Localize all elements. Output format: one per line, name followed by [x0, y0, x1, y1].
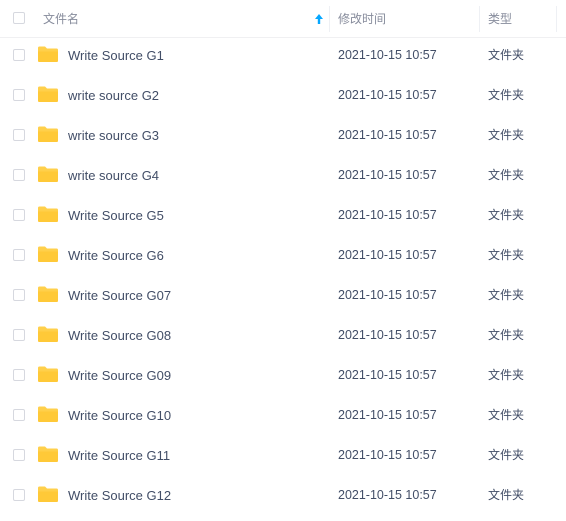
file-type: 文件夹: [488, 408, 525, 422]
file-name[interactable]: Write Source G11: [68, 448, 170, 463]
file-type: 文件夹: [488, 88, 525, 102]
column-divider[interactable]: [329, 6, 330, 32]
file-row[interactable]: Write Source G6 2021-10-15 10:57 文件夹: [0, 235, 566, 275]
file-type: 文件夹: [488, 328, 525, 342]
file-name[interactable]: Write Source G5: [68, 208, 164, 223]
file-row[interactable]: write source G4 2021-10-15 10:57 文件夹: [0, 155, 566, 195]
row-checkbox[interactable]: [13, 409, 25, 421]
file-row[interactable]: Write Source G08 2021-10-15 10:57 文件夹: [0, 315, 566, 355]
file-modified-time: 2021-10-15 10:57: [338, 168, 437, 182]
file-name[interactable]: write source G4: [68, 168, 159, 183]
file-modified-time: 2021-10-15 10:57: [338, 128, 437, 142]
file-type: 文件夹: [488, 48, 525, 62]
file-modified-time: 2021-10-15 10:57: [338, 248, 437, 262]
folder-icon: [38, 206, 58, 222]
file-row[interactable]: Write Source G07 2021-10-15 10:57 文件夹: [0, 275, 566, 315]
file-type: 文件夹: [488, 368, 525, 382]
file-modified-time: 2021-10-15 10:57: [338, 368, 437, 382]
column-header-name[interactable]: 文件名: [43, 12, 79, 26]
file-row[interactable]: Write Source G09 2021-10-15 10:57 文件夹: [0, 355, 566, 395]
file-row[interactable]: Write Source G10 2021-10-15 10:57 文件夹: [0, 395, 566, 435]
file-name[interactable]: write source G3: [68, 128, 159, 143]
file-type: 文件夹: [488, 168, 525, 182]
row-checkbox[interactable]: [13, 369, 25, 381]
file-name[interactable]: write source G2: [68, 88, 159, 103]
row-checkbox[interactable]: [13, 249, 25, 261]
file-row[interactable]: Write Source G11 2021-10-15 10:57 文件夹: [0, 435, 566, 475]
row-checkbox[interactable]: [13, 49, 25, 61]
folder-icon: [38, 326, 58, 342]
file-row[interactable]: write source G3 2021-10-15 10:57 文件夹: [0, 115, 566, 155]
column-divider[interactable]: [556, 6, 557, 32]
row-checkbox[interactable]: [13, 329, 25, 341]
list-header: 文件名 修改时间 类型: [0, 0, 566, 38]
folder-icon: [38, 126, 58, 142]
row-checkbox[interactable]: [13, 89, 25, 101]
folder-icon: [38, 246, 58, 262]
file-type: 文件夹: [488, 448, 525, 462]
file-row[interactable]: Write Source G1 2021-10-15 10:57 文件夹: [0, 35, 566, 75]
folder-icon: [38, 366, 58, 382]
folder-icon: [38, 406, 58, 422]
folder-icon: [38, 166, 58, 182]
arrow-up-icon[interactable]: [313, 12, 325, 26]
file-row[interactable]: Write Source G12 2021-10-15 10:57 文件夹: [0, 475, 566, 515]
file-row[interactable]: Write Source G5 2021-10-15 10:57 文件夹: [0, 195, 566, 235]
file-name[interactable]: Write Source G6: [68, 248, 164, 263]
folder-icon: [38, 486, 58, 502]
row-checkbox[interactable]: [13, 129, 25, 141]
file-modified-time: 2021-10-15 10:57: [338, 208, 437, 222]
file-name[interactable]: Write Source G10: [68, 408, 171, 423]
folder-icon: [38, 446, 58, 462]
file-name[interactable]: Write Source G1: [68, 48, 164, 63]
file-modified-time: 2021-10-15 10:57: [338, 328, 437, 342]
file-modified-time: 2021-10-15 10:57: [338, 448, 437, 462]
file-list: 文件名 修改时间 类型 Write Source G1 2021-10-15 1…: [0, 0, 566, 521]
file-name[interactable]: Write Source G08: [68, 328, 171, 343]
file-modified-time: 2021-10-15 10:57: [338, 48, 437, 62]
file-row[interactable]: write source G2 2021-10-15 10:57 文件夹: [0, 75, 566, 115]
file-name[interactable]: Write Source G07: [68, 288, 171, 303]
file-type: 文件夹: [488, 128, 525, 142]
file-name[interactable]: Write Source G09: [68, 368, 171, 383]
file-type: 文件夹: [488, 488, 525, 502]
file-modified-time: 2021-10-15 10:57: [338, 488, 437, 502]
file-name[interactable]: Write Source G12: [68, 488, 171, 503]
row-checkbox[interactable]: [13, 289, 25, 301]
folder-icon: [38, 286, 58, 302]
column-header-type[interactable]: 类型: [488, 12, 512, 26]
column-divider[interactable]: [479, 6, 480, 32]
file-type: 文件夹: [488, 208, 525, 222]
folder-icon: [38, 46, 58, 62]
file-modified-time: 2021-10-15 10:57: [338, 88, 437, 102]
select-all-checkbox[interactable]: [13, 12, 25, 24]
file-modified-time: 2021-10-15 10:57: [338, 288, 437, 302]
row-checkbox[interactable]: [13, 169, 25, 181]
row-checkbox[interactable]: [13, 449, 25, 461]
file-rows: Write Source G1 2021-10-15 10:57 文件夹 wri…: [0, 35, 566, 515]
folder-icon: [38, 86, 58, 102]
file-type: 文件夹: [488, 248, 525, 262]
file-type: 文件夹: [488, 288, 525, 302]
row-checkbox[interactable]: [13, 489, 25, 501]
row-checkbox[interactable]: [13, 209, 25, 221]
file-modified-time: 2021-10-15 10:57: [338, 408, 437, 422]
column-header-modified[interactable]: 修改时间: [338, 12, 386, 26]
